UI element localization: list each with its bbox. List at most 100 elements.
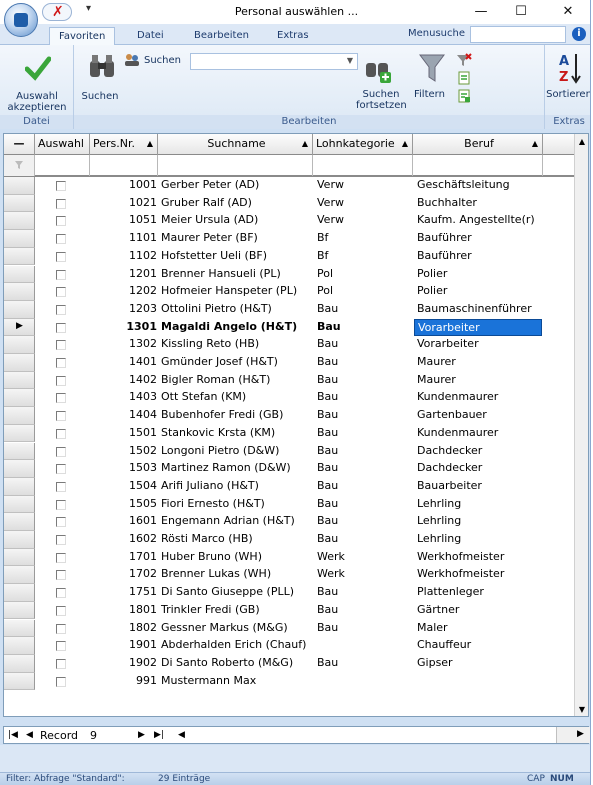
search-button[interactable]: Suchen xyxy=(80,91,120,102)
row-selector[interactable] xyxy=(4,389,35,408)
scroll-down-icon[interactable]: ▼ xyxy=(575,702,588,716)
tab-extras[interactable]: Extras xyxy=(268,27,318,45)
row-selector[interactable] xyxy=(4,442,35,461)
row-selector[interactable] xyxy=(4,177,35,195)
table-row[interactable]: 1203 Ottolini Pietro (H&T) Bau Baumaschinen… xyxy=(4,300,574,319)
filter-cell-suchname[interactable] xyxy=(158,155,313,176)
sort-button[interactable]: Sortieren xyxy=(545,89,593,100)
auswahl-checkbox[interactable] xyxy=(56,340,66,351)
auswahl-checkbox[interactable] xyxy=(56,588,66,599)
row-selector[interactable] xyxy=(4,584,35,602)
auswahl-checkbox[interactable] xyxy=(56,446,66,457)
prev-record-icon[interactable]: ◀ xyxy=(26,730,33,740)
row-selector[interactable] xyxy=(4,619,35,638)
auswahl-checkbox[interactable] xyxy=(56,641,66,652)
auswahl-checkbox[interactable] xyxy=(56,287,66,298)
table-row[interactable]: 1202 Hofmeier Hanspeter (PL) Pol Polier xyxy=(4,283,574,301)
row-selector[interactable] xyxy=(4,265,35,284)
table-row[interactable]: 1801 Trinkler Fredi (GB) Bau Gärtner xyxy=(4,601,574,620)
auswahl-checkbox[interactable] xyxy=(56,269,66,280)
row-selector[interactable]: ▶ xyxy=(4,318,35,337)
maximize-button[interactable]: ☐ xyxy=(506,2,536,22)
tab-favoriten[interactable]: Favoriten xyxy=(49,27,116,45)
auswahl-checkbox[interactable] xyxy=(56,428,66,439)
filter-cell-beruf[interactable] xyxy=(413,155,543,176)
row-selector[interactable] xyxy=(4,424,35,443)
table-row[interactable]: 1401 Gmünder Josef (H&T) Bau Maurer xyxy=(4,354,574,372)
first-record-icon[interactable]: |◀ xyxy=(8,730,18,740)
auswahl-checkbox[interactable] xyxy=(56,375,66,386)
menusuche-input[interactable] xyxy=(470,26,566,43)
auswahl-checkbox[interactable] xyxy=(56,358,66,368)
new-record-icon[interactable]: ◀ xyxy=(178,730,185,740)
scroll-right-icon[interactable]: ▶ xyxy=(577,729,584,739)
row-selector[interactable] xyxy=(4,283,35,301)
table-row[interactable]: 1402 Bigler Roman (H&T) Bau Maurer xyxy=(4,371,574,390)
row-selector[interactable] xyxy=(4,531,35,549)
auswahl-checkbox[interactable] xyxy=(56,676,66,687)
auswahl-checkbox[interactable] xyxy=(56,198,66,209)
auswahl-checkbox[interactable] xyxy=(56,552,66,563)
accept-selection-button[interactable]: Auswahl akzeptieren xyxy=(0,91,74,113)
tab-datei[interactable]: Datei xyxy=(128,27,173,45)
filter-cell-lohn[interactable] xyxy=(313,155,413,176)
next-record-icon[interactable]: ▶ xyxy=(138,730,145,740)
auswahl-checkbox[interactable] xyxy=(56,181,66,191)
table-row[interactable]: 1302 Kissling Reto (HB) Bau Vorarbeiter xyxy=(4,336,574,354)
table-row[interactable]: 1901 Abderhalden Erich (Chauf) Chauffeur xyxy=(4,637,574,655)
row-selector[interactable] xyxy=(4,336,35,354)
table-row[interactable]: 1101 Maurer Peter (BF) Bf Bauführer xyxy=(4,230,574,248)
table-row[interactable]: 1502 Longoni Pietro (D&W) Bau Dachdecker xyxy=(4,442,574,461)
row-selector[interactable] xyxy=(4,354,35,372)
row-selector[interactable] xyxy=(4,407,35,425)
table-row[interactable]: 991 Mustermann Max xyxy=(4,672,574,691)
filter-cell-persnr[interactable] xyxy=(90,155,158,176)
auswahl-checkbox[interactable] xyxy=(56,535,66,545)
tab-bearbeiten[interactable]: Bearbeiten xyxy=(185,27,258,45)
filter-cell-auswahl[interactable] xyxy=(35,155,90,176)
filter-button[interactable]: Filtern xyxy=(414,89,445,100)
auswahl-checkbox[interactable] xyxy=(56,464,66,475)
record-number[interactable]: 9 xyxy=(90,729,97,742)
auswahl-checkbox[interactable] xyxy=(56,411,66,422)
search-combo[interactable]: ▼ xyxy=(190,53,358,70)
auswahl-checkbox[interactable] xyxy=(56,499,66,510)
table-row[interactable]: 1403 Ott Stefan (KM) Bau Kundenmaurer xyxy=(4,389,574,408)
auswahl-checkbox[interactable] xyxy=(56,570,66,581)
header-suchname[interactable]: Suchname ▲ xyxy=(158,134,313,155)
row-selector[interactable] xyxy=(4,371,35,390)
search-continue-button[interactable]: Suchen fortsetzen xyxy=(356,89,407,111)
auswahl-checkbox[interactable] xyxy=(56,251,66,262)
row-selector[interactable] xyxy=(4,566,35,585)
auswahl-checkbox[interactable] xyxy=(56,234,66,245)
row-selector[interactable] xyxy=(4,212,35,231)
header-beruf[interactable]: Beruf ▲ xyxy=(413,134,543,155)
row-selector[interactable] xyxy=(4,495,35,514)
table-row[interactable]: 1601 Engemann Adrian (H&T) Bau Lehrling xyxy=(4,513,574,531)
auswahl-checkbox[interactable] xyxy=(56,481,66,492)
filter-form-icon[interactable] xyxy=(458,71,471,85)
remove-filter-icon[interactable] xyxy=(456,53,472,67)
table-row[interactable]: 1404 Bubenhofer Fredi (GB) Bau Gartenbauer xyxy=(4,407,574,425)
table-row[interactable]: 1701 Huber Bruno (WH) Werk Werkhofmeister xyxy=(4,548,574,567)
vertical-scrollbar[interactable]: ▲ ▼ xyxy=(574,134,588,716)
auswahl-checkbox[interactable] xyxy=(56,623,66,634)
filter-advanced-icon[interactable] xyxy=(458,89,471,103)
row-selector[interactable] xyxy=(4,637,35,655)
header-lohnkategorie[interactable]: Lohnkategorie ▲ xyxy=(313,134,413,155)
auswahl-checkbox[interactable] xyxy=(56,322,66,333)
combo-arrow-icon[interactable]: ▼ xyxy=(347,56,353,65)
table-row[interactable]: 1602 Rösti Marco (HB) Bau Lehrling xyxy=(4,531,574,549)
auswahl-checkbox[interactable] xyxy=(56,216,66,227)
auswahl-checkbox[interactable] xyxy=(56,393,66,404)
table-row[interactable]: 1201 Brenner Hansueli (PL) Pol Polier xyxy=(4,265,574,284)
row-selector[interactable] xyxy=(4,654,35,673)
table-row[interactable]: ▶ 1301 Magaldi Angelo (H&T) Bau Vorarbeiter xyxy=(4,318,574,337)
application-menu-button[interactable] xyxy=(4,3,38,37)
info-icon[interactable]: i xyxy=(572,27,586,41)
table-row[interactable]: 1503 Martinez Ramon (D&W) Bau Dachdecker xyxy=(4,460,574,478)
minimize-button[interactable]: — xyxy=(466,2,496,22)
header-persnr[interactable]: Pers.Nr. ▲ xyxy=(90,134,158,155)
header-row-selector[interactable]: — xyxy=(4,134,35,155)
auswahl-checkbox[interactable] xyxy=(56,605,66,616)
